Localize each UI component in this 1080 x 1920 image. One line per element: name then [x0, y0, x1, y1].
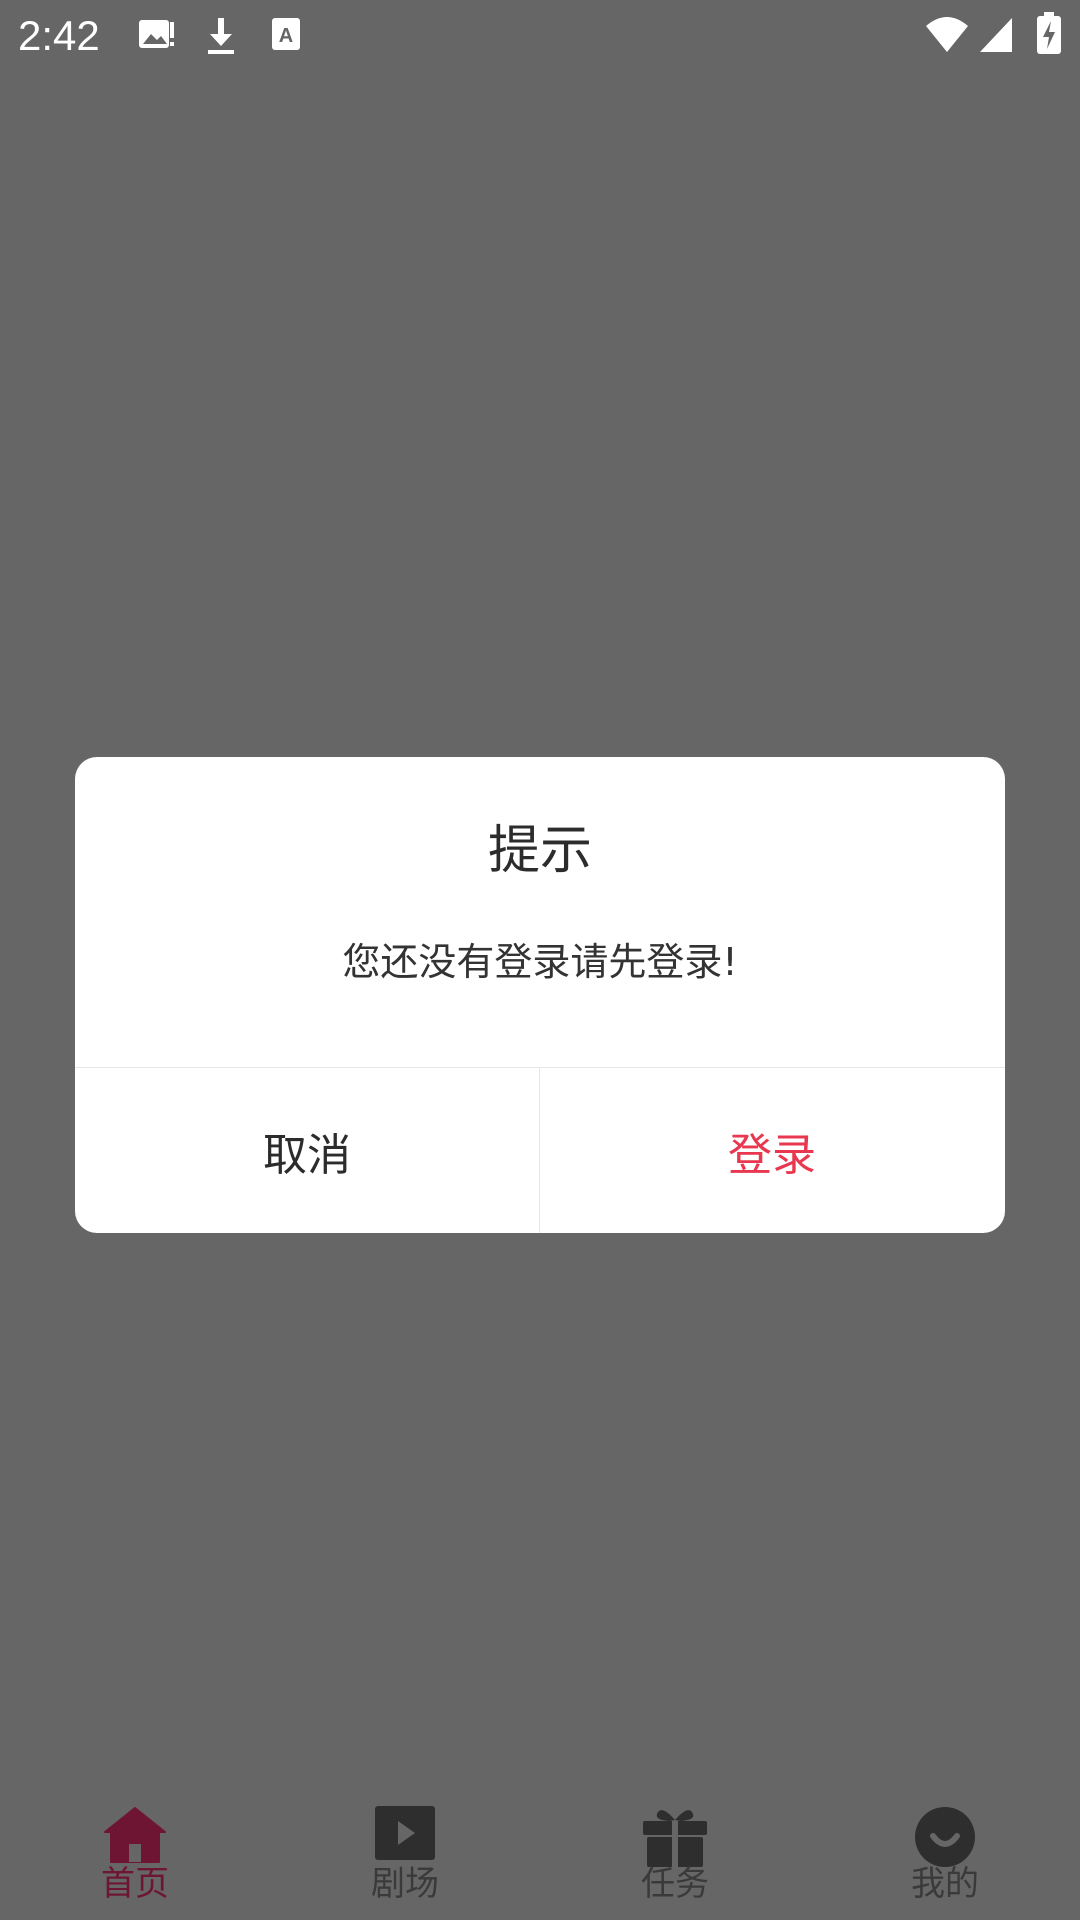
wifi-icon	[924, 14, 970, 54]
status-bar: 2:42 A	[0, 0, 1080, 72]
nav-label: 任务	[641, 1864, 709, 1904]
dialog-title: 提示	[487, 821, 592, 881]
dialog-message: 您还没有登录请先登录!	[342, 940, 738, 984]
signal-icon	[978, 16, 1014, 54]
login-button[interactable]: 登录	[540, 1068, 1004, 1233]
nav-item-tasks[interactable]: 任务	[540, 1780, 810, 1920]
nav-item-home[interactable]: 首页	[0, 1780, 270, 1920]
status-time: 2:42	[18, 12, 100, 59]
nav-item-mine[interactable]: 我的	[810, 1780, 1080, 1920]
image-icon	[137, 16, 175, 54]
play-icon	[375, 1806, 435, 1864]
cancel-button[interactable]: 取消	[75, 1068, 539, 1233]
download-icon	[202, 16, 240, 56]
bottom-nav: 首页 剧场 任务 我的	[0, 1780, 1080, 1920]
battery-charging-icon	[1036, 12, 1062, 56]
text-icon: A	[270, 16, 304, 54]
nav-label: 剧场	[371, 1864, 439, 1904]
nav-item-theater[interactable]: 剧场	[270, 1780, 540, 1920]
home-icon	[103, 1806, 167, 1868]
nav-label: 我的	[911, 1864, 979, 1904]
svg-text:A: A	[279, 25, 293, 47]
login-prompt-dialog: 提示 您还没有登录请先登录! 取消 登录	[75, 757, 1005, 1233]
nav-label: 首页	[101, 1864, 169, 1904]
